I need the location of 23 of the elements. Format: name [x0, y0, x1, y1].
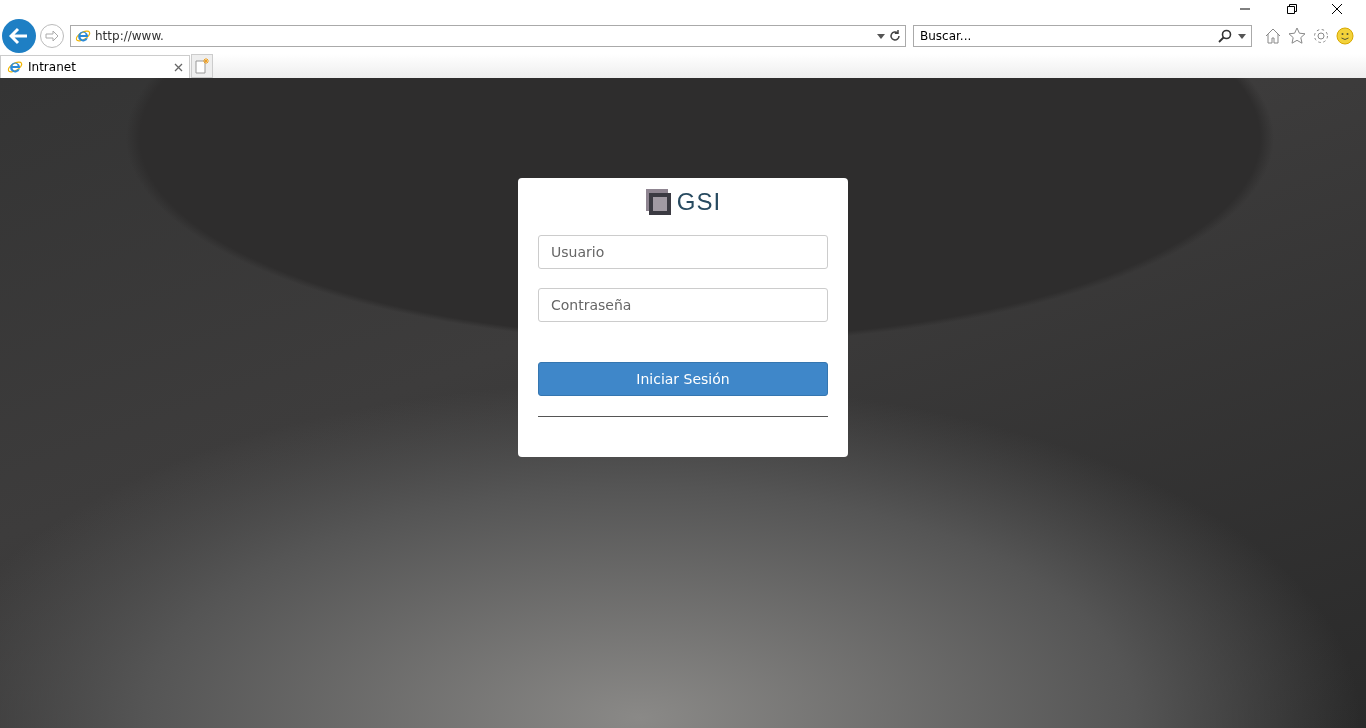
arrow-left-icon: [9, 27, 29, 45]
dropdown-caret-icon[interactable]: [877, 33, 885, 39]
logo-icon: [644, 188, 673, 216]
search-icon[interactable]: [1218, 29, 1232, 43]
url-text: http://www.: [95, 29, 165, 43]
browser-logo-icon: [75, 28, 91, 44]
smiley-icon[interactable]: [1336, 27, 1354, 45]
settings-icon[interactable]: [1312, 27, 1330, 45]
arrow-right-icon: [45, 30, 59, 42]
star-icon[interactable]: [1288, 27, 1306, 45]
new-page-icon: [195, 58, 209, 74]
search-field[interactable]: Buscar...: [913, 25, 1252, 47]
address-bar[interactable]: http://www.: [70, 25, 906, 47]
browser-logo-icon: [7, 59, 23, 75]
password-field[interactable]: Contraseña: [538, 288, 828, 322]
back-button[interactable]: [2, 19, 36, 53]
login-button[interactable]: Iniciar Sesión: [538, 362, 828, 396]
refresh-icon[interactable]: [889, 30, 901, 42]
home-icon[interactable]: [1264, 27, 1282, 45]
dropdown-caret-icon[interactable]: [1238, 33, 1246, 39]
logo-text: GSI: [676, 190, 722, 214]
username-field[interactable]: Usuario: [538, 235, 828, 269]
browser-tab[interactable]: Intranet: [0, 55, 190, 78]
